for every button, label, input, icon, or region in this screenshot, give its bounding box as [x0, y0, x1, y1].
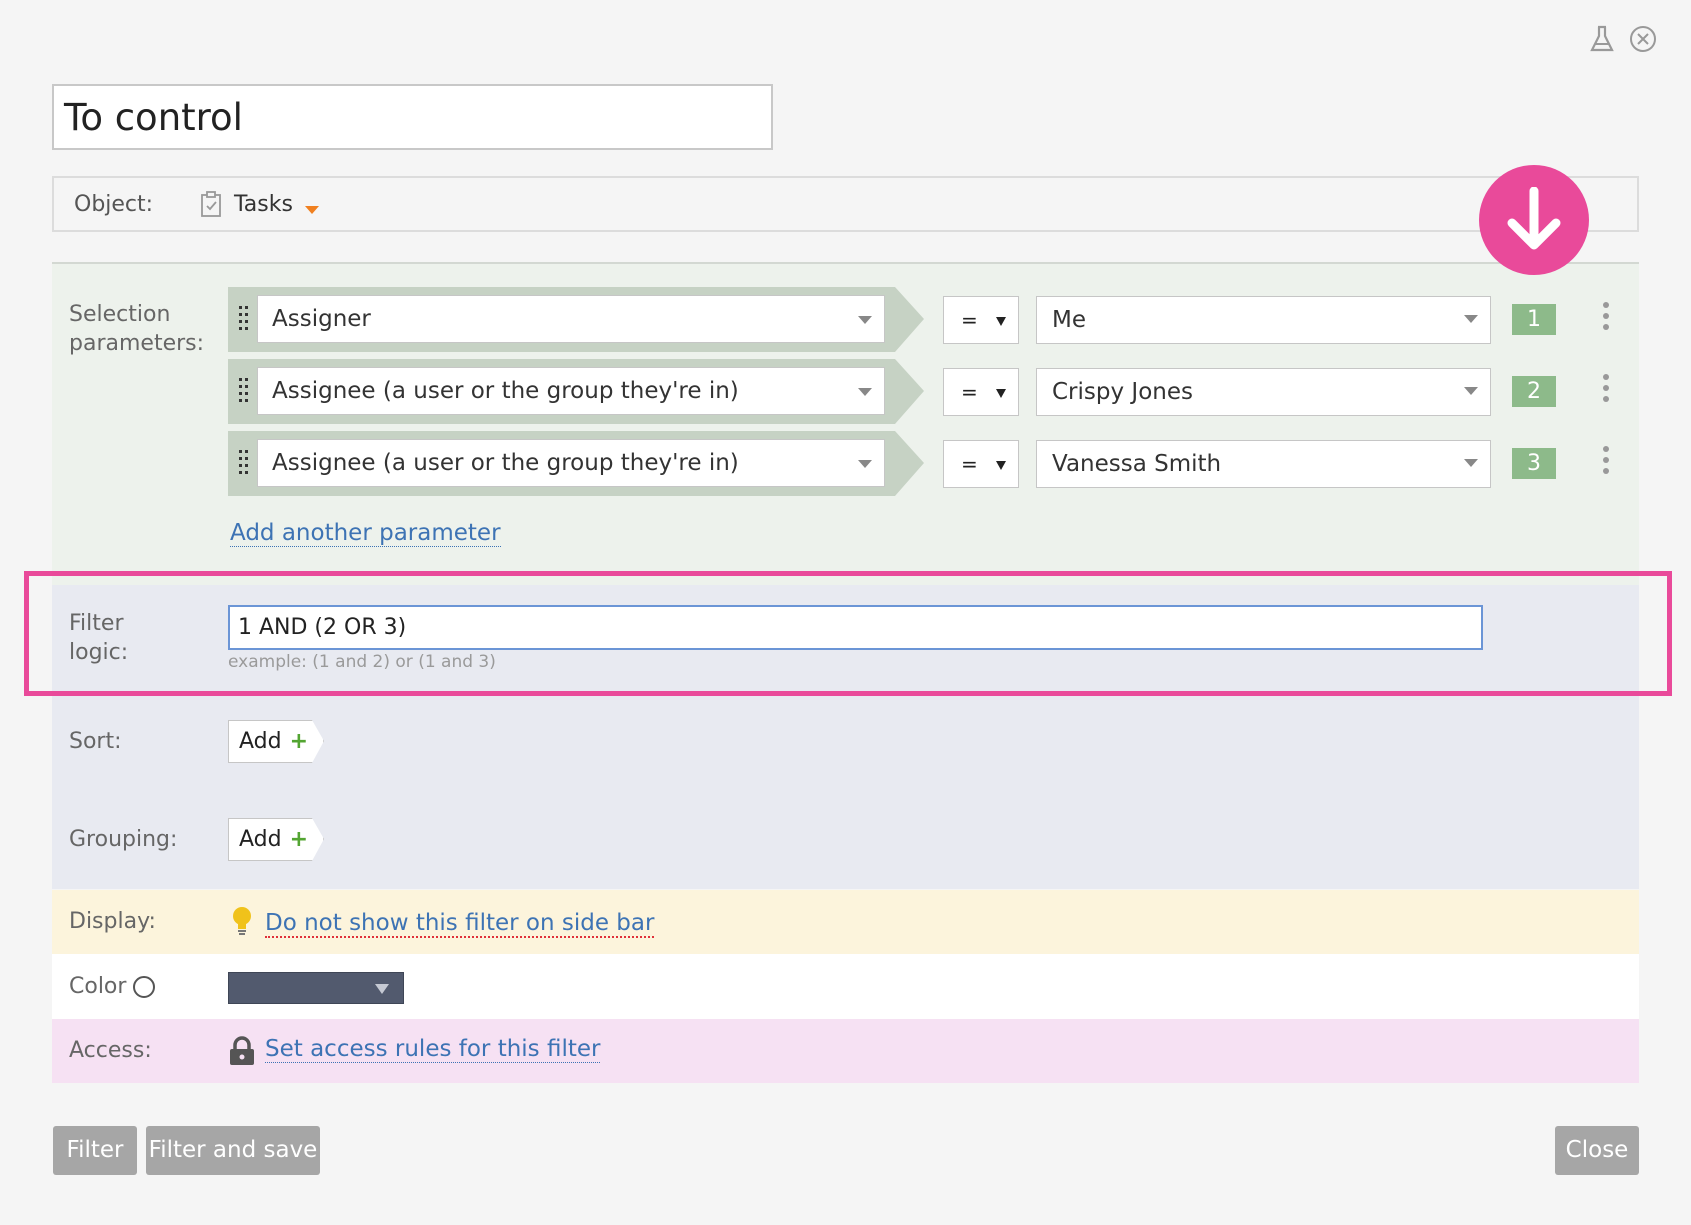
access-label: Access:	[69, 1038, 152, 1063]
plus-icon: +	[289, 827, 309, 852]
lock-icon	[228, 1036, 256, 1066]
chevron-down-icon	[996, 461, 1006, 470]
value-select[interactable]: Vanessa Smith	[1036, 440, 1491, 488]
param-field-label: Assigner	[272, 306, 371, 332]
param-field-select[interactable]: Assignee (a user or the group they're in…	[257, 367, 885, 415]
object-select[interactable]: Tasks	[234, 192, 293, 217]
color-indicator-icon	[133, 976, 155, 998]
value-select[interactable]: Crispy Jones	[1036, 368, 1491, 416]
sort-label: Sort:	[69, 729, 122, 754]
add-sort-button[interactable]: Add +	[228, 720, 324, 763]
chevron-down-icon	[1464, 315, 1478, 323]
drag-handle-icon[interactable]	[238, 377, 250, 405]
chevron-down-icon	[858, 316, 872, 324]
param-number-badge: 3	[1512, 448, 1556, 479]
value-select[interactable]: Me	[1036, 296, 1491, 344]
display-label: Display:	[69, 909, 156, 934]
param-field-label: Assignee (a user or the group they're in…	[272, 378, 739, 404]
clipboard-icon	[199, 190, 223, 218]
operator-label: =	[961, 452, 978, 476]
object-label: Object:	[74, 192, 154, 217]
plus-icon: +	[289, 729, 309, 754]
operator-label: =	[961, 380, 978, 404]
add-parameter-link[interactable]: Add another parameter	[230, 520, 501, 547]
hide-from-sidebar-link[interactable]: Do not show this filter on side bar	[265, 910, 655, 938]
filter-button[interactable]: Filter	[53, 1126, 137, 1175]
add-grouping-label: Add	[239, 827, 282, 852]
chevron-down-icon	[1464, 459, 1478, 467]
more-options-icon[interactable]	[1602, 302, 1610, 336]
chevron-down-icon	[996, 389, 1006, 398]
operator-select[interactable]: =	[943, 440, 1019, 488]
value-label: Me	[1052, 307, 1086, 333]
add-grouping-button[interactable]: Add +	[228, 818, 324, 861]
operator-label: =	[961, 308, 978, 332]
filter-title-input[interactable]: To control	[52, 84, 773, 150]
operator-select[interactable]: =	[943, 368, 1019, 416]
drag-handle-icon[interactable]	[238, 449, 250, 477]
selection-label: Selection parameters:	[69, 302, 205, 356]
param-number-badge: 1	[1512, 304, 1556, 335]
operator-select[interactable]: =	[943, 296, 1019, 344]
more-options-icon[interactable]	[1602, 374, 1610, 408]
param-field-select[interactable]: Assigner	[257, 295, 885, 343]
value-label: Crispy Jones	[1052, 379, 1193, 405]
more-options-icon[interactable]	[1602, 446, 1610, 480]
lightbulb-icon	[230, 905, 254, 937]
grouping-label: Grouping:	[69, 827, 178, 852]
highlight-box	[24, 571, 1672, 696]
chevron-down-icon	[1464, 387, 1478, 395]
color-select[interactable]	[228, 972, 404, 1004]
add-sort-label: Add	[239, 729, 282, 754]
chevron-down-icon	[858, 460, 872, 468]
color-label: Color	[69, 974, 127, 999]
param-number-badge: 2	[1512, 376, 1556, 407]
filter-and-save-button[interactable]: Filter and save	[146, 1126, 320, 1175]
download-arrow-icon	[1479, 165, 1589, 275]
chevron-down-icon	[858, 388, 872, 396]
close-icon[interactable]	[1628, 24, 1656, 54]
chevron-down-icon	[996, 317, 1006, 326]
param-row-1: Assigner = Me 1	[228, 287, 1628, 352]
param-row-2: Assignee (a user or the group they're in…	[228, 359, 1628, 424]
object-caret-icon[interactable]	[305, 206, 319, 214]
close-button[interactable]: Close	[1555, 1126, 1639, 1175]
value-label: Vanessa Smith	[1052, 451, 1222, 477]
flask-icon[interactable]	[1588, 24, 1616, 54]
param-field-label: Assignee (a user or the group they're in…	[272, 450, 739, 476]
param-field-select[interactable]: Assignee (a user or the group they're in…	[257, 439, 885, 487]
drag-handle-icon[interactable]	[238, 305, 250, 333]
access-rules-link[interactable]: Set access rules for this filter	[265, 1036, 601, 1063]
object-row: Object: Tasks	[52, 176, 1639, 232]
chevron-down-icon	[375, 984, 389, 994]
param-row-3: Assignee (a user or the group they're in…	[228, 431, 1628, 496]
